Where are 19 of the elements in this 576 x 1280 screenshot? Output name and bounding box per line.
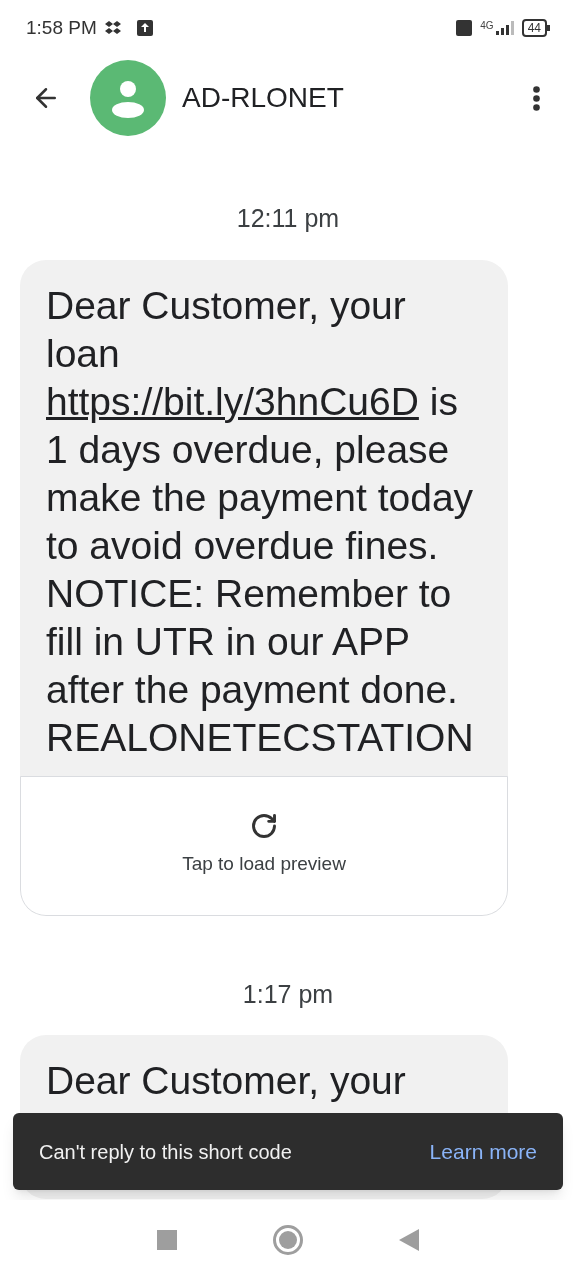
status-time: 1:58 PM [26, 15, 97, 40]
load-preview-button[interactable]: Tap to load preview [20, 775, 508, 916]
message-text: Dear Customer, your loan https://bit.ly/3hnCu6D is 1 days overdue, please make the payment today to avoid overdue fines. NOTICE: Remember to fill in UTR in our APP after the payment done. REALONETECSTATION [45, 282, 475, 761]
message-timestamp: 12:11 pm [236, 203, 340, 234]
learn-more-button[interactable]: Learn more [429, 1135, 537, 1168]
message-link[interactable]: https://bit.ly/3hnCu6D [46, 379, 419, 423]
back-nav-icon[interactable] [399, 1229, 419, 1251]
message-timestamp: 1:17 pm [242, 978, 334, 1010]
message-text: Dear Customer, your [45, 1058, 407, 1104]
home-button[interactable] [273, 1225, 303, 1255]
signal-icon [495, 21, 514, 35]
upload-icon [136, 20, 153, 36]
conversation-title: AD-RLONET [182, 81, 345, 115]
snackbar-message: Can't reply to this short code [39, 1139, 292, 1165]
avatar-icon[interactable] [90, 60, 166, 136]
refresh-icon [250, 812, 278, 841]
battery-indicator: 44 [521, 19, 550, 37]
network-type: 4G [480, 21, 494, 31]
more-options-icon [532, 85, 540, 111]
